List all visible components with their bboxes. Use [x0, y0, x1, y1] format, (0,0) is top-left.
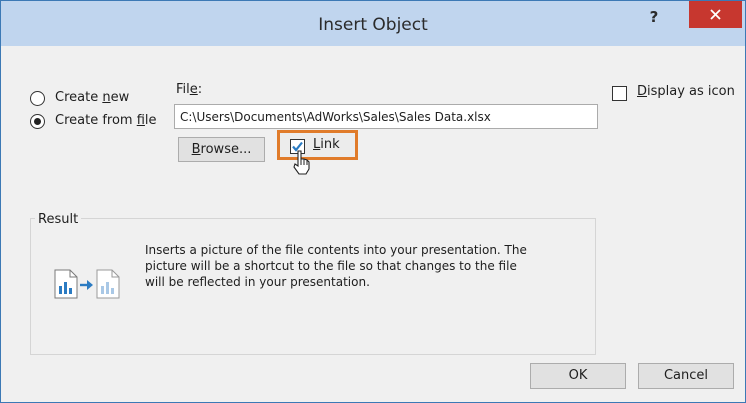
create-from-file-label[interactable]: Create from file: [55, 113, 157, 128]
link-highlight-box: Link: [277, 130, 358, 160]
result-line: Inserts a picture of the file contents i…: [145, 243, 527, 257]
arrow-right-icon: [80, 280, 93, 290]
insert-object-dialog: Insert Object ? Create new Create from f…: [0, 0, 746, 403]
result-description: Inserts a picture of the file contents i…: [145, 242, 595, 290]
file-label: File:: [176, 82, 203, 97]
chart-document-icon: [54, 269, 78, 299]
create-new-radio[interactable]: [30, 91, 45, 106]
result-line: will be reflected in your presentation.: [145, 275, 370, 289]
close-icon: [710, 9, 721, 20]
close-button[interactable]: [689, 1, 742, 28]
title-bar: Insert Object ?: [1, 1, 745, 46]
browse-button[interactable]: Browse...: [178, 137, 265, 162]
help-button[interactable]: ?: [641, 7, 667, 31]
create-new-label[interactable]: Create new: [55, 90, 129, 105]
ok-button[interactable]: OK: [530, 363, 626, 389]
cancel-button[interactable]: Cancel: [638, 363, 734, 389]
chart-document-icon: [96, 269, 120, 299]
display-as-icon-label[interactable]: Display as icon: [637, 84, 735, 99]
file-path-input[interactable]: [174, 104, 598, 129]
mouse-cursor-icon: [293, 150, 310, 175]
link-label[interactable]: Link: [313, 137, 340, 152]
radio-selected-dot: [34, 118, 41, 125]
dialog-title: Insert Object: [318, 15, 428, 35]
display-as-icon-checkbox[interactable]: [612, 86, 627, 101]
result-line: picture will be a shortcut to the file s…: [145, 259, 517, 273]
result-label: Result: [35, 212, 82, 227]
create-from-file-radio[interactable]: [30, 114, 45, 129]
